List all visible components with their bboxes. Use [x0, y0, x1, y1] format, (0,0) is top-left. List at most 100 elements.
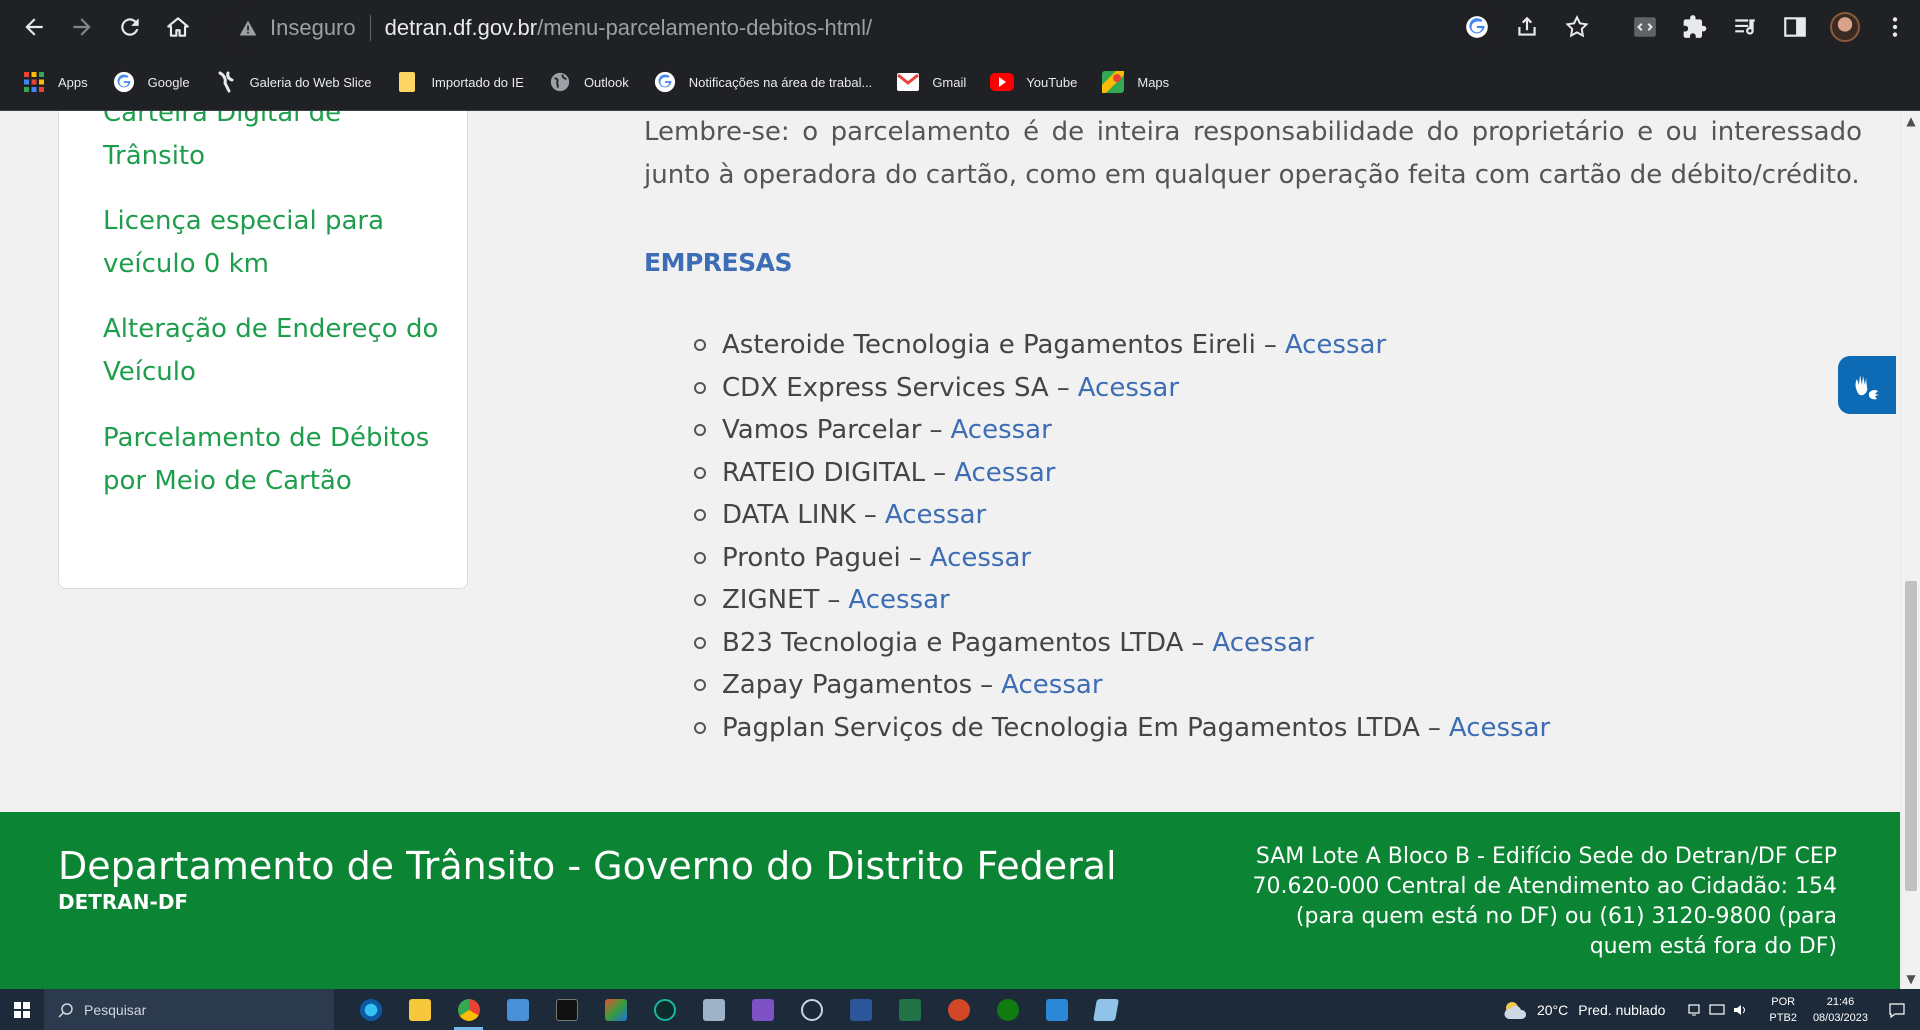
- security-status: Inseguro: [270, 15, 356, 40]
- company-name: Pagplan Serviços de Tecnologia Em Pagame…: [722, 712, 1420, 743]
- taskbar-edge-icon[interactable]: [346, 989, 395, 1030]
- acessar-link[interactable]: Acessar: [885, 500, 986, 530]
- company-name: Zapay Pagamentos: [722, 670, 973, 701]
- windows-start-icon[interactable]: [0, 989, 44, 1030]
- bookmark-label: Gmail: [932, 74, 967, 90]
- bookmark-youtube[interactable]: YouTube: [990, 64, 1077, 100]
- google-icon: [653, 70, 677, 94]
- sidebar-link-carteira-digital[interactable]: Carteira Digital de Trânsito: [103, 111, 443, 178]
- acessar-link[interactable]: Acessar: [930, 543, 1031, 573]
- scroll-thumb[interactable]: [1905, 581, 1917, 891]
- bookmark-star-icon[interactable]: [1552, 0, 1602, 54]
- network-icon[interactable]: [1687, 1003, 1701, 1017]
- taskbar-chrome-icon[interactable]: [444, 989, 493, 1030]
- address-bar[interactable]: Inseguro detran.df.gov.br/menu-parcelame…: [222, 7, 1502, 49]
- section-title-empresas: EMPRESAS: [644, 248, 792, 277]
- scroll-up-arrow-icon[interactable]: ▲: [1905, 115, 1917, 127]
- side-panel-icon[interactable]: [1770, 0, 1820, 54]
- acessar-link[interactable]: Acessar: [1449, 713, 1550, 743]
- bookmark-label: Apps: [58, 74, 88, 90]
- scroll-down-arrow-icon[interactable]: ▼: [1905, 973, 1917, 985]
- taskbar-xbox-icon[interactable]: [983, 989, 1032, 1030]
- share-icon[interactable]: [1502, 0, 1552, 54]
- taskbar-excel-icon[interactable]: [885, 989, 934, 1030]
- taskbar-word-icon[interactable]: [836, 989, 885, 1030]
- extension-devtools-icon[interactable]: [1620, 0, 1670, 54]
- page-scrollbar[interactable]: ▲ ▼: [1900, 111, 1920, 989]
- taskbar-calculator-icon[interactable]: [493, 989, 542, 1030]
- taskbar-terminal-icon[interactable]: [542, 989, 591, 1030]
- bookmark-outlook[interactable]: Outlook: [548, 64, 629, 100]
- bookmark-label: Galeria do Web Slice: [249, 74, 372, 90]
- acessar-link[interactable]: Acessar: [848, 585, 949, 615]
- taskbar-remote-desktop-icon[interactable]: [1032, 989, 1081, 1030]
- bookmark-maps[interactable]: Maps: [1101, 64, 1169, 100]
- dash: –: [1427, 712, 1441, 743]
- sidebar-link-line: Licença especial para: [103, 206, 385, 236]
- acessar-link[interactable]: Acessar: [954, 458, 1055, 488]
- list-item: Asteroide Tecnologia e Pagamentos Eireli…: [694, 324, 1550, 367]
- taskbar-search-box[interactable]: Pesquisar: [44, 989, 334, 1030]
- bookmark-label: Importado do IE: [431, 74, 524, 90]
- extensions-puzzle-icon[interactable]: [1670, 0, 1720, 54]
- taskbar-powerpoint-icon[interactable]: [934, 989, 983, 1030]
- reload-icon[interactable]: [106, 3, 154, 51]
- bookmark-importado-ie[interactable]: Importado do IE: [395, 64, 524, 100]
- taskbar-git-icon[interactable]: [591, 989, 640, 1030]
- taskbar-camera-icon[interactable]: [689, 989, 738, 1030]
- bookmark-web-slice[interactable]: Galeria do Web Slice: [214, 64, 372, 100]
- taskbar-file-explorer-icon[interactable]: [395, 989, 444, 1030]
- sidebar-link-alteracao-endereco[interactable]: Alteração de Endereço do Veículo: [103, 308, 443, 394]
- profile-avatar[interactable]: [1820, 0, 1870, 54]
- acessar-link[interactable]: Acessar: [1078, 373, 1179, 403]
- acessar-link[interactable]: Acessar: [950, 415, 1051, 445]
- warning-triangle-icon: [239, 20, 257, 36]
- forward-arrow-icon[interactable]: [58, 3, 106, 51]
- dash: –: [1263, 330, 1277, 361]
- site-footer: Departamento de Trânsito - Governo do Di…: [0, 812, 1900, 989]
- libras-accessibility-button[interactable]: [1838, 356, 1896, 414]
- search-placeholder: Pesquisar: [84, 1001, 147, 1018]
- gmail-icon: [896, 70, 920, 94]
- taskbar-visual-studio-icon[interactable]: [738, 989, 787, 1030]
- bookmark-notificacoes[interactable]: Notificações na área de trabal...: [653, 64, 872, 100]
- taskbar-notepad-icon[interactable]: [1081, 989, 1130, 1030]
- acessar-link[interactable]: Acessar: [1285, 330, 1386, 360]
- bookmark-gmail[interactable]: Gmail: [896, 64, 966, 100]
- sidebar-link-line: Parcelamento de Débitos: [103, 423, 430, 453]
- language-indicator[interactable]: POR PTB2: [1769, 994, 1797, 1026]
- main-content: Lembre-se: o parcelamento é de inteira r…: [644, 111, 1862, 197]
- url-host: detran.df.gov.br: [384, 15, 538, 40]
- company-name: Vamos Parcelar: [722, 415, 922, 446]
- acessar-link[interactable]: Acessar: [1212, 628, 1313, 658]
- display-icon[interactable]: [1709, 1003, 1726, 1017]
- volume-icon[interactable]: [1733, 1003, 1749, 1017]
- browser-toolbar: Inseguro detran.df.gov.br/menu-parcelame…: [0, 0, 1920, 54]
- dash: –: [933, 457, 947, 488]
- menu-kebab-icon[interactable]: [1870, 0, 1920, 54]
- lembre-paragraph: Lembre-se: o parcelamento é de inteira r…: [644, 117, 1862, 190]
- acessar-link[interactable]: Acessar: [1001, 670, 1102, 700]
- sidebar-link-parcelamento[interactable]: Parcelamento de Débitos por Meio de Cart…: [103, 417, 443, 503]
- clock-date: 08/03/2023: [1812, 1011, 1868, 1024]
- company-list: Asteroide Tecnologia e Pagamentos Eireli…: [694, 324, 1550, 749]
- bookmark-apps[interactable]: Apps: [22, 64, 88, 100]
- sidebar-link-licenca-especial[interactable]: Licença especial para veículo 0 km: [103, 200, 443, 286]
- bookmark-google[interactable]: Google: [112, 64, 190, 100]
- company-name: Asteroide Tecnologia e Pagamentos Eireli: [722, 330, 1256, 361]
- google-lens-icon[interactable]: [1452, 0, 1502, 54]
- back-arrow-icon[interactable]: [10, 3, 58, 51]
- list-item: DATA LINK – Acessar: [694, 494, 1550, 537]
- taskbar-steam-icon[interactable]: [787, 989, 836, 1030]
- company-name: B23 Tecnologia e Pagamentos LTDA: [722, 627, 1184, 658]
- page-viewport: Carteira Digital de Trânsito Licença esp…: [0, 111, 1900, 989]
- taskbar-gitkraken-icon[interactable]: [640, 989, 689, 1030]
- list-item: Zapay Pagamentos – Acessar: [694, 664, 1550, 707]
- notification-center-icon[interactable]: [1888, 1001, 1906, 1019]
- home-icon[interactable]: [154, 3, 202, 51]
- weather-widget[interactable]: 20°C Pred. nublado: [1503, 1000, 1665, 1020]
- google-icon: [112, 70, 136, 94]
- clock[interactable]: 21:46 08/03/2023: [1813, 994, 1868, 1026]
- weather-temperature: 20°C: [1536, 1001, 1569, 1018]
- media-queue-icon[interactable]: [1720, 0, 1770, 54]
